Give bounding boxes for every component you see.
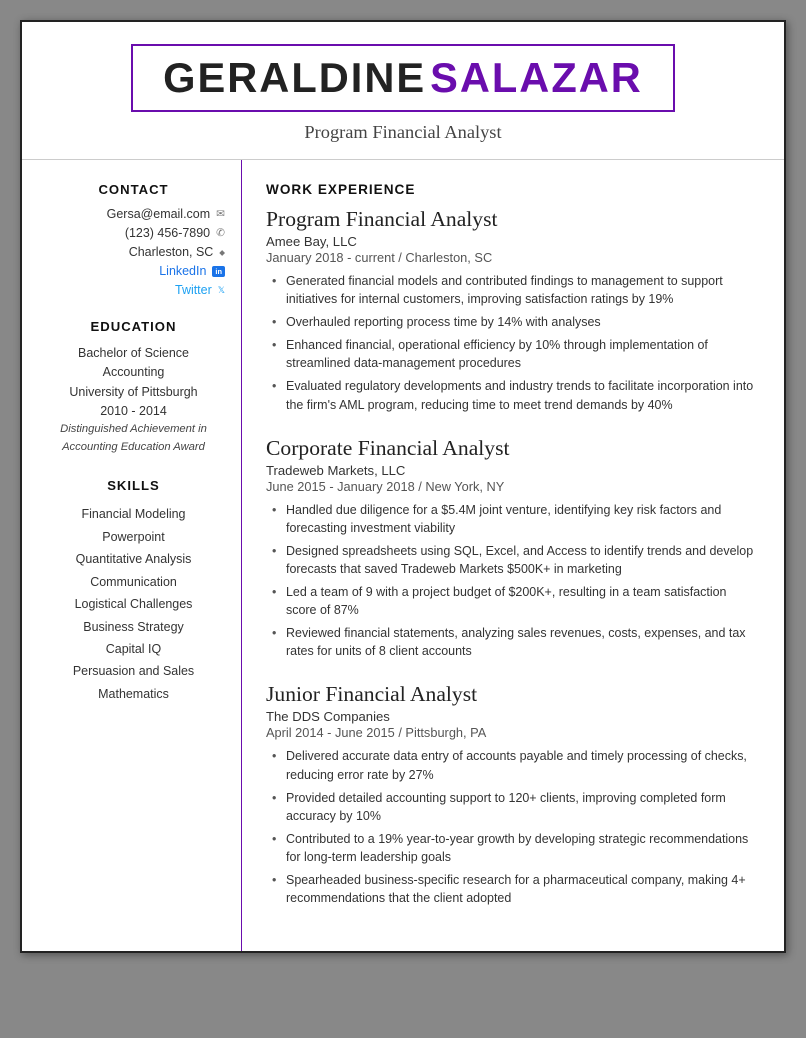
bullet-item: Generated financial models and contribut… [270,272,760,308]
skill-item: Financial Modeling [42,503,225,525]
location-icon [219,248,225,257]
resume-document: GERALDINE SALAZAR Program Financial Anal… [20,20,786,953]
bullet-item: Designed spreadsheets using SQL, Excel, … [270,542,760,578]
bullet-item: Enhanced financial, operational efficien… [270,336,760,372]
skill-item: Persuasion and Sales [42,660,225,682]
education-section: EDUCATION Bachelor of Science Accounting… [42,319,225,456]
skills-section: SKILLS Financial ModelingPowerpointQuant… [42,478,225,705]
resume-header: GERALDINE SALAZAR Program Financial Anal… [22,22,784,159]
bullet-item: Overhauled reporting process time by 14%… [270,313,760,331]
jobs-container: Program Financial Analyst Amee Bay, LLCJa… [266,207,760,907]
skill-item: Powerpoint [42,526,225,548]
job-block: Corporate Financial Analyst Tradeweb Mark… [266,436,760,661]
phone-text: (123) 456-7890 [125,226,210,240]
phone-item: (123) 456-7890 [42,226,225,240]
edu-school: University of Pittsburgh [42,383,225,402]
email-icon [216,208,225,220]
bullet-item: Reviewed financial statements, analyzing… [270,624,760,660]
edu-degree: Bachelor of Science [42,344,225,363]
job-meta: January 2018 - current / Charleston, SC [266,250,760,265]
edu-award: Distinguished Achievement in Accounting … [42,421,225,456]
job-company: Amee Bay, LLC [266,234,760,249]
contact-title: CONTACT [42,182,225,197]
twitter-item[interactable]: Twitter [42,283,225,297]
bullet-item: Led a team of 9 with a project budget of… [270,583,760,619]
skill-item: Mathematics [42,683,225,705]
job-title: Corporate Financial Analyst [266,436,760,461]
job-block: Program Financial Analyst Amee Bay, LLCJa… [266,207,760,414]
edu-years: 2010 - 2014 [42,402,225,421]
bullet-item: Provided detailed accounting support to … [270,789,760,825]
last-name: SALAZAR [430,54,643,101]
job-title: Program Financial Analyst [266,207,760,232]
skill-item: Logistical Challenges [42,593,225,615]
skill-item: Capital IQ [42,638,225,660]
sidebar: CONTACT Gersa@email.com (123) 456-7890 C… [22,160,242,951]
bullet-item: Handled due diligence for a $5.4M joint … [270,501,760,537]
location-text: Charleston, SC [129,245,214,259]
skill-item: Communication [42,571,225,593]
name-box: GERALDINE SALAZAR [131,44,675,112]
job-meta: April 2014 - June 2015 / Pittsburgh, PA [266,725,760,740]
linkedin-label: LinkedIn [159,264,206,278]
skill-item: Quantitative Analysis [42,548,225,570]
skills-list: Financial ModelingPowerpointQuantitative… [42,503,225,705]
education-title: EDUCATION [42,319,225,334]
location-item: Charleston, SC [42,245,225,259]
job-title: Junior Financial Analyst [266,682,760,707]
main-content: WORK EXPERIENCE Program Financial Analys… [242,160,784,951]
twitter-icon [218,285,225,296]
resume-body: CONTACT Gersa@email.com (123) 456-7890 C… [22,159,784,951]
job-subtitle: Program Financial Analyst [52,122,754,143]
education-block: Bachelor of Science Accounting Universit… [42,344,225,456]
linkedin-item[interactable]: LinkedIn [42,264,225,278]
job-bullets: Handled due diligence for a $5.4M joint … [266,501,760,661]
job-company: Tradeweb Markets, LLC [266,463,760,478]
bullet-item: Spearheaded business-specific research f… [270,871,760,907]
bullet-item: Delivered accurate data entry of account… [270,747,760,783]
job-company: The DDS Companies [266,709,760,724]
skill-item: Business Strategy [42,616,225,638]
email-text: Gersa@email.com [107,207,210,221]
linkedin-icon [212,266,225,277]
email-item: Gersa@email.com [42,207,225,221]
edu-field: Accounting [42,363,225,382]
twitter-label: Twitter [175,283,212,297]
work-experience-title: WORK EXPERIENCE [266,182,760,197]
job-bullets: Delivered accurate data entry of account… [266,747,760,907]
first-name: GERALDINE [163,54,426,101]
job-bullets: Generated financial models and contribut… [266,272,760,414]
bullet-item: Evaluated regulatory developments and in… [270,377,760,413]
phone-icon [216,227,225,239]
job-meta: June 2015 - January 2018 / New York, NY [266,479,760,494]
skills-title: SKILLS [42,478,225,493]
job-block: Junior Financial Analyst The DDS Companie… [266,682,760,907]
bullet-item: Contributed to a 19% year-to-year growth… [270,830,760,866]
contact-section: CONTACT Gersa@email.com (123) 456-7890 C… [42,182,225,297]
